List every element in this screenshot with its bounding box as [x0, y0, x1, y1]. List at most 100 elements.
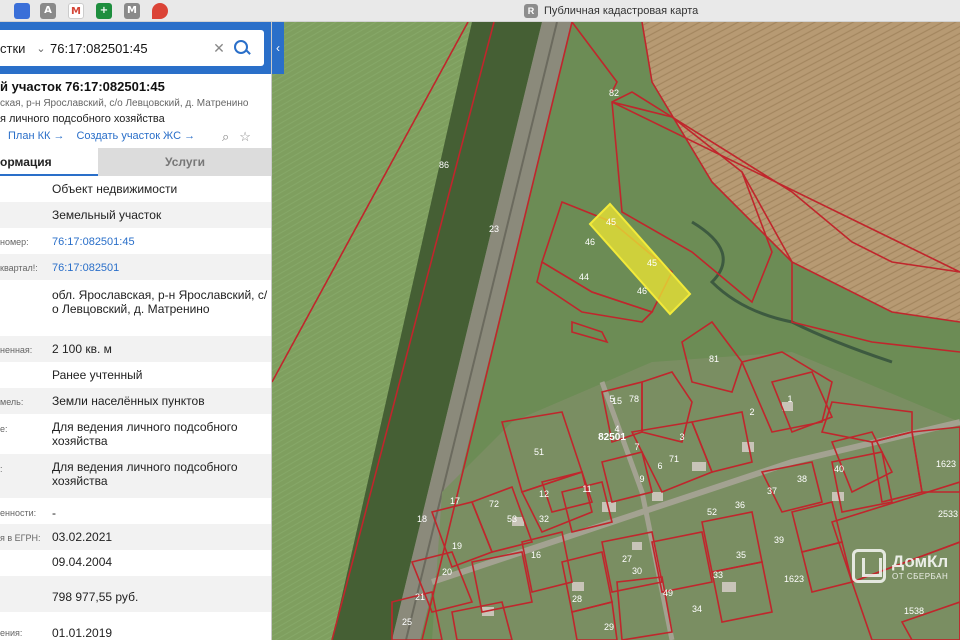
row-value: 01.01.2019: [52, 626, 113, 640]
row-label: ения:: [0, 628, 23, 638]
parcel-label[interactable]: 15: [612, 396, 622, 406]
parcel-label[interactable]: 3: [679, 432, 684, 442]
parcel-label[interactable]: 1623: [784, 574, 804, 584]
watermark-title: ДомКл: [892, 551, 949, 571]
parcel-label[interactable]: 2533: [938, 509, 958, 519]
parcel-label[interactable]: 71: [669, 454, 679, 464]
row-value: Для ведения личного подсобного хозяйства: [52, 420, 238, 448]
object-address: ская, р-н Ярославский, с/о Левцовский, д…: [0, 98, 249, 109]
parcel-label[interactable]: 32: [539, 514, 549, 524]
fav-m-icon[interactable]: M: [124, 3, 140, 19]
row-label: е:: [0, 424, 8, 434]
row-value: -: [52, 506, 56, 520]
row-label: квартал!:: [0, 263, 38, 273]
table-row: Ранее учтенный: [0, 362, 271, 388]
parcel-label[interactable]: 9: [639, 474, 644, 484]
row-label: я в ЕГРН:: [0, 533, 41, 543]
row-value: 09.04.2004: [52, 555, 113, 569]
row-label: ненная:: [0, 345, 33, 355]
tab-services[interactable]: Услуги: [98, 148, 271, 176]
parcel-label[interactable]: 11: [582, 484, 591, 494]
parcel-label[interactable]: 52: [707, 507, 717, 517]
parcel-label[interactable]: 53: [507, 514, 517, 524]
create-parcel-link[interactable]: Создать участок ЖС →: [76, 130, 195, 142]
table-row: е: Для ведения личного подсобного хозяйс…: [0, 414, 271, 454]
chevron-down-icon[interactable]: ⌄: [32, 42, 50, 55]
table-row: 09.04.2004: [0, 550, 271, 576]
browser-tab[interactable]: R Публичная кадастровая карта: [524, 3, 698, 19]
parcel-label[interactable]: 1538: [904, 606, 924, 616]
domclick-logo-icon: [852, 549, 886, 583]
row-value: Ранее учтенный: [52, 368, 143, 382]
parcel-label[interactable]: 35: [736, 550, 746, 560]
parcel-label[interactable]: 49: [663, 588, 673, 598]
parcel-label[interactable]: 17: [450, 496, 460, 506]
table-row: енности: -: [0, 498, 271, 524]
row-label: мель:: [0, 397, 24, 407]
parcel-label[interactable]: 16: [531, 550, 541, 560]
fav-maps-icon[interactable]: [152, 3, 168, 19]
parcel-label[interactable]: 36: [735, 500, 745, 510]
fav-edge-icon[interactable]: [14, 3, 30, 19]
collapse-panel-button[interactable]: ‹: [272, 22, 284, 74]
parcel-label[interactable]: 33: [713, 570, 723, 580]
plan-kk-link[interactable]: План КК →: [8, 130, 64, 142]
search-input[interactable]: [50, 40, 210, 56]
parcel-label[interactable]: 40: [834, 464, 844, 474]
table-row: я в ЕГРН: 03.02.2021: [0, 524, 271, 550]
table-row: номер: 76:17:082501:45: [0, 228, 271, 254]
quarter-number-link[interactable]: 76:17:082501: [52, 261, 270, 275]
clear-icon[interactable]: ✕: [210, 40, 228, 57]
fav-a-icon[interactable]: A: [40, 3, 56, 19]
search-doc-icon[interactable]: ⌕: [222, 129, 229, 145]
row-value: 798 977,55 руб.: [52, 590, 139, 604]
search-box: стки ⌄ ✕: [0, 30, 264, 66]
object-title: й участок 76:17:082501:45: [0, 79, 165, 94]
parcel-label[interactable]: 37: [767, 486, 777, 496]
parcel-label[interactable]: 82: [609, 88, 619, 98]
fav-gmail-icon[interactable]: M: [68, 3, 84, 19]
parcel-label[interactable]: 34: [692, 604, 702, 614]
table-row: обл. Ярославская, р-н Ярославский, с/о Л…: [0, 280, 271, 336]
table-row: Объект недвижимости: [0, 176, 271, 202]
parcel-label[interactable]: 1623: [936, 459, 956, 469]
parcel-label[interactable]: 46: [585, 237, 595, 247]
fav-sheets-icon[interactable]: +: [96, 3, 112, 19]
parcel-label[interactable]: 45: [647, 258, 657, 268]
parcel-label[interactable]: 51: [534, 447, 544, 457]
table-row: квартал!: 76:17:082501: [0, 254, 271, 280]
parcel-label[interactable]: 78: [629, 394, 639, 404]
parcel-label[interactable]: 38: [797, 474, 807, 484]
parcel-label[interactable]: 21: [415, 592, 425, 602]
row-label: номер:: [0, 237, 29, 247]
parcel-label[interactable]: 12: [539, 489, 549, 499]
parcel-label[interactable]: 86: [439, 160, 449, 170]
parcel-label[interactable]: 1: [787, 394, 792, 404]
parcel-label[interactable]: 2: [749, 407, 754, 417]
tab-information[interactable]: ормация: [0, 148, 98, 176]
parcel-label[interactable]: 20: [442, 567, 452, 577]
parcel-label[interactable]: 44: [579, 272, 589, 282]
star-icon[interactable]: ☆: [239, 129, 251, 145]
parcel-label[interactable]: 25: [402, 617, 412, 627]
search-type-select[interactable]: стки: [0, 41, 32, 56]
parcel-label[interactable]: 46: [637, 286, 647, 296]
cadastral-map[interactable]: 86 23 82 46 44 46 45 45 81 1 2 3 4 5 6 7…: [272, 22, 960, 640]
parcel-label[interactable]: 23: [489, 224, 499, 234]
cadastral-number-link[interactable]: 76:17:082501:45: [52, 235, 270, 249]
search-bar: стки ⌄ ✕: [0, 22, 271, 74]
parcel-label[interactable]: 45: [606, 217, 616, 227]
parcel-label[interactable]: 30: [632, 566, 642, 576]
search-icon[interactable]: [228, 36, 254, 60]
parcel-label[interactable]: 29: [604, 622, 614, 632]
parcel-label[interactable]: 27: [622, 554, 632, 564]
parcel-label[interactable]: 72: [489, 499, 499, 509]
parcel-label[interactable]: 39: [774, 535, 784, 545]
parcel-label[interactable]: 7: [634, 442, 639, 452]
table-row: ненная: 2 100 кв. м: [0, 336, 271, 362]
parcel-label[interactable]: 18: [417, 514, 427, 524]
parcel-label[interactable]: 6: [657, 461, 662, 471]
parcel-label[interactable]: 19: [452, 541, 462, 551]
parcel-label[interactable]: 28: [572, 594, 582, 604]
parcel-label[interactable]: 81: [709, 354, 719, 364]
